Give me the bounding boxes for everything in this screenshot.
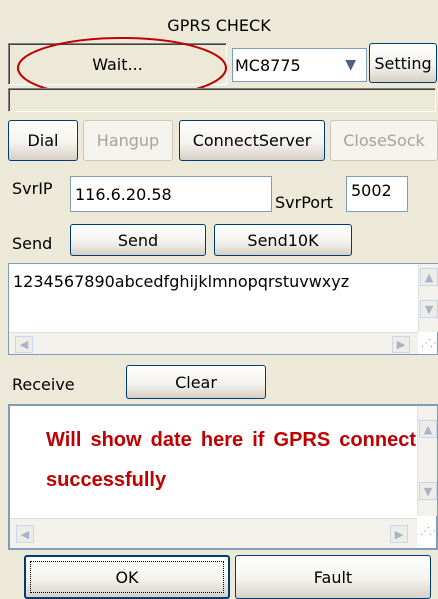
receive-vertical-scrollbar[interactable]: ▲ ▼	[417, 406, 437, 516]
clear-button[interactable]: Clear	[126, 365, 266, 399]
receive-label: Receive	[12, 374, 75, 394]
modem-select-value: MC8775	[235, 55, 301, 75]
send-label: Send	[12, 233, 53, 253]
modem-select[interactable]: MC8775 ▼	[232, 48, 367, 82]
ok-button[interactable]: OK	[24, 555, 230, 599]
scroll-left-icon[interactable]: ◀	[16, 525, 34, 543]
scroll-up-icon[interactable]: ▲	[420, 268, 438, 286]
hangup-button[interactable]: Hangup	[83, 120, 173, 161]
close-sock-button[interactable]: CloseSock	[330, 120, 438, 161]
receive-textarea[interactable]: Will show date here if GPRS connect succ…	[8, 404, 438, 550]
setting-button[interactable]: Setting	[369, 43, 437, 83]
resize-grip-icon[interactable]: ⋰⋰	[420, 526, 438, 542]
resize-grip-icon[interactable]: ⋰⋰	[421, 338, 438, 352]
server-ip-input[interactable]: 116.6.20.58	[70, 176, 272, 212]
dial-button[interactable]: Dial	[8, 120, 78, 161]
ok-label: OK	[115, 567, 139, 587]
scroll-right-icon[interactable]: ▶	[392, 336, 410, 353]
send10k-button[interactable]: Send10K	[214, 224, 352, 256]
receive-horizontal-scrollbar[interactable]: ◀ ▶	[10, 518, 417, 548]
send-textarea[interactable]: 1234567890abcedfghijklmnopqrstuvwxyz ▲ ▼…	[8, 263, 438, 355]
scroll-up-icon[interactable]: ▲	[419, 420, 437, 438]
connect-server-button[interactable]: ConnectServer	[179, 120, 325, 161]
send-horizontal-scrollbar[interactable]: ◀ ▶	[9, 332, 418, 354]
fault-button[interactable]: Fault	[235, 555, 431, 599]
scroll-left-icon[interactable]: ◀	[15, 336, 33, 353]
progress-bar	[8, 88, 436, 112]
send-text: 1234567890abcedfghijklmnopqrstuvwxyz	[13, 272, 350, 291]
window-title: GPRS CHECK	[167, 16, 271, 35]
chevron-down-icon: ▼	[345, 57, 356, 73]
scroll-down-icon[interactable]: ▼	[419, 482, 437, 500]
server-port-input[interactable]: 5002	[346, 176, 408, 212]
scroll-down-icon[interactable]: ▼	[420, 300, 438, 318]
send-button[interactable]: Send	[70, 224, 206, 256]
server-ip-label: SvrIP	[12, 178, 53, 198]
scroll-right-icon[interactable]: ▶	[390, 525, 408, 543]
receive-annotation: Will show date here if GPRS connect succ…	[46, 429, 416, 491]
server-port-label: SvrPort	[275, 192, 333, 212]
send-vertical-scrollbar[interactable]: ▲ ▼	[418, 264, 438, 332]
